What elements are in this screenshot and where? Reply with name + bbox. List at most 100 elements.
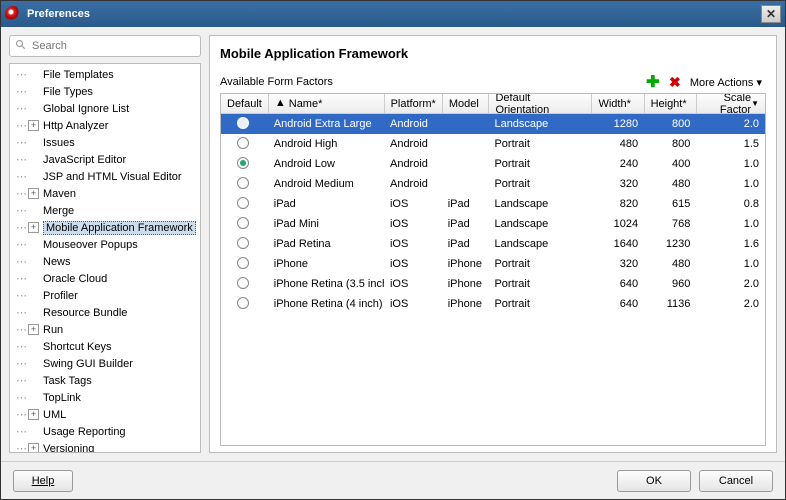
tree-item[interactable]: ⋯Global Ignore List	[10, 100, 200, 117]
more-actions-menu[interactable]: More Actions ▾	[686, 76, 766, 89]
tree-item[interactable]: ⋯Oracle Cloud	[10, 270, 200, 287]
default-radio[interactable]	[237, 277, 249, 289]
expand-icon[interactable]: +	[28, 443, 39, 453]
tree-item[interactable]: ⋯Profiler	[10, 287, 200, 304]
table-row[interactable]: iPhone Retina (4 inch)iOSiPhonePortrait6…	[221, 294, 765, 314]
window-title: Preferences	[27, 8, 761, 20]
table-row[interactable]: iPad RetinaiOSiPadLandscape164012301.6	[221, 234, 765, 254]
tree-item[interactable]: ⋯News	[10, 253, 200, 270]
tree-item[interactable]: ⋯Resource Bundle	[10, 304, 200, 321]
add-button[interactable]: ✚	[644, 73, 662, 91]
tree-item[interactable]: ⋯JavaScript Editor	[10, 151, 200, 168]
tree-item[interactable]: ⋯File Templates	[10, 66, 200, 83]
cancel-button[interactable]: Cancel	[699, 470, 773, 492]
expand-icon[interactable]: +	[28, 324, 39, 335]
col-height[interactable]: Height*	[645, 94, 697, 113]
default-radio[interactable]	[237, 217, 249, 229]
tree-item[interactable]: ⋯Issues	[10, 134, 200, 151]
default-radio[interactable]	[237, 257, 249, 269]
cell-width: 240	[592, 158, 644, 170]
default-radio[interactable]	[237, 237, 249, 249]
default-radio[interactable]	[237, 197, 249, 209]
cell-platform: Android	[384, 138, 442, 150]
cell-width: 1640	[592, 238, 644, 250]
expand-icon[interactable]: +	[28, 222, 39, 233]
expand-icon[interactable]: +	[28, 188, 39, 199]
default-radio[interactable]	[237, 137, 249, 149]
cell-height: 768	[644, 218, 696, 230]
preferences-window: Preferences ✕ ⋯File Templates⋯File Types…	[0, 0, 786, 500]
search-wrap	[9, 35, 201, 57]
table-row[interactable]: iPad MiniiOSiPadLandscape10247681.0	[221, 214, 765, 234]
table-row[interactable]: iPhoneiOSiPhonePortrait3204801.0	[221, 254, 765, 274]
expand-icon	[28, 392, 39, 403]
tree-item-label: Http Analyzer	[43, 120, 108, 132]
cell-model: iPad	[442, 198, 489, 210]
default-radio[interactable]	[237, 177, 249, 189]
help-button[interactable]: Help	[13, 470, 73, 492]
cell-orientation: Portrait	[488, 178, 591, 190]
table-row[interactable]: Android MediumAndroidPortrait3204801.0	[221, 174, 765, 194]
default-radio[interactable]	[237, 157, 249, 169]
tree-item[interactable]: ⋯Merge	[10, 202, 200, 219]
col-default[interactable]: Default	[221, 94, 269, 113]
cell-width: 320	[592, 258, 644, 270]
tree-item[interactable]: ⋯+Mobile Application Framework	[10, 219, 200, 236]
ok-button[interactable]: OK	[617, 470, 691, 492]
col-width[interactable]: Width*	[592, 94, 644, 113]
default-radio[interactable]	[237, 297, 249, 309]
expand-icon	[28, 86, 39, 97]
col-model[interactable]: Model	[443, 94, 490, 113]
tree-item[interactable]: ⋯Usage Reporting	[10, 423, 200, 440]
cell-platform: iOS	[384, 278, 442, 290]
cell-scale: 2.0	[696, 118, 765, 130]
tree-item[interactable]: ⋯Shortcut Keys	[10, 338, 200, 355]
table-row[interactable]: Android Extra LargeAndroidLandscape12808…	[221, 114, 765, 134]
tree-item[interactable]: ⋯+Versioning	[10, 440, 200, 453]
cell-height: 1136	[644, 298, 696, 310]
expand-icon	[28, 358, 39, 369]
expand-icon	[28, 341, 39, 352]
tree-item[interactable]: ⋯Swing GUI Builder	[10, 355, 200, 372]
col-orientation[interactable]: Default Orientation	[489, 94, 592, 113]
tree-item[interactable]: ⋯+UML	[10, 406, 200, 423]
expand-icon	[28, 137, 39, 148]
tree-item-label: TopLink	[43, 392, 81, 404]
tree-item-label: Task Tags	[43, 375, 92, 387]
cell-scale: 1.0	[696, 258, 765, 270]
tree-item[interactable]: ⋯JSP and HTML Visual Editor	[10, 168, 200, 185]
close-button[interactable]: ✕	[761, 5, 781, 23]
tree-item-label: Maven	[43, 188, 76, 200]
preferences-tree[interactable]: ⋯File Templates⋯File Types⋯Global Ignore…	[9, 63, 201, 453]
cell-orientation: Portrait	[488, 258, 591, 270]
table-title: Available Form Factors	[220, 76, 642, 88]
tree-item-label: UML	[43, 409, 66, 421]
delete-button[interactable]: ✖	[666, 73, 684, 91]
col-scale[interactable]: Scale Factor▼	[697, 94, 765, 113]
tree-item[interactable]: ⋯Task Tags	[10, 372, 200, 389]
table-row[interactable]: iPadiOSiPadLandscape8206150.8	[221, 194, 765, 214]
tree-item[interactable]: ⋯+Run	[10, 321, 200, 338]
tree-item[interactable]: ⋯File Types	[10, 83, 200, 100]
tree-item[interactable]: ⋯TopLink	[10, 389, 200, 406]
tree-item[interactable]: ⋯+Http Analyzer	[10, 117, 200, 134]
col-name[interactable]: ▲Name*	[269, 94, 385, 113]
expand-icon	[28, 205, 39, 216]
cell-name: Android High	[268, 138, 384, 150]
left-pane: ⋯File Templates⋯File Types⋯Global Ignore…	[9, 35, 201, 453]
default-radio[interactable]	[237, 117, 249, 129]
cell-height: 800	[644, 138, 696, 150]
tree-item[interactable]: ⋯Mouseover Popups	[10, 236, 200, 253]
search-input[interactable]	[9, 35, 201, 57]
expand-icon	[28, 273, 39, 284]
expand-icon[interactable]: +	[28, 409, 39, 420]
tree-item[interactable]: ⋯+Maven	[10, 185, 200, 202]
tree-item-label: Mobile Application Framework	[43, 221, 196, 235]
table-row[interactable]: Android LowAndroidPortrait2404001.0	[221, 154, 765, 174]
col-platform[interactable]: Platform*	[385, 94, 443, 113]
expand-icon[interactable]: +	[28, 120, 39, 131]
table-row[interactable]: iPhone Retina (3.5 inch)iOSiPhonePortrai…	[221, 274, 765, 294]
table-row[interactable]: Android HighAndroidPortrait4808001.5	[221, 134, 765, 154]
tree-item-label: Issues	[43, 137, 75, 149]
app-icon	[5, 6, 21, 22]
